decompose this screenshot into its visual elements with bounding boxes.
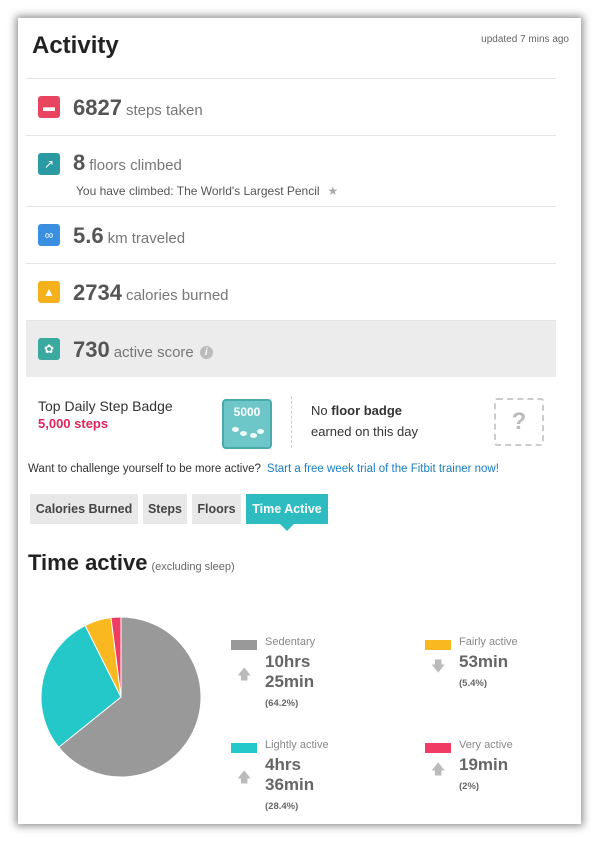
time-active-pie-chart: [40, 616, 202, 778]
legend-value-2: 25min: [265, 672, 315, 691]
section-title: Time active (excluding sleep): [28, 550, 235, 576]
legend-swatch: [231, 743, 257, 753]
steps-value: 6827: [73, 95, 122, 120]
legend-fairly-active: Fairly active 🡇 53min (5.4%): [425, 636, 581, 696]
star-icon[interactable]: ★: [328, 184, 339, 198]
legend-value-1: 10hrs: [265, 652, 311, 671]
legend-swatch: [425, 743, 451, 753]
tab-steps[interactable]: Steps: [143, 494, 187, 524]
legend-name: Very active: [459, 739, 513, 751]
calories-value: 2734: [73, 280, 122, 305]
stat-floors[interactable]: ↗ 8 floors climbed You have climbed: The …: [26, 135, 556, 198]
floors-achievement: You have climbed: The World's Largest Pe…: [76, 184, 320, 198]
floor-badge-info: No floor badge earned on this day: [311, 400, 418, 442]
legend-value-1: 53min: [459, 652, 509, 671]
page-title: Activity: [32, 32, 119, 59]
step-badge-info: Top Daily Step Badge 5,000 steps: [38, 398, 173, 431]
stat-steps[interactable]: ▬ 6827 steps taken: [26, 78, 556, 136]
updated-timestamp: updated 7 mins ago: [481, 34, 569, 45]
info-icon[interactable]: i: [199, 346, 213, 359]
floors-label: floors climbed: [89, 157, 182, 174]
trend-down-icon: 🡇: [431, 658, 446, 674]
trainer-trial-link[interactable]: Start a free week trial of the Fitbit tr…: [267, 463, 499, 475]
floors-value: 8: [73, 150, 86, 175]
distance-icon: ∞: [38, 224, 60, 246]
divider: [291, 396, 292, 448]
legend-name: Lightly active: [265, 739, 329, 751]
floor-no: No: [311, 403, 328, 418]
steps-label: steps taken: [125, 102, 203, 119]
legend-percent: (64.2%): [265, 698, 299, 709]
active-score-value: 730: [73, 337, 110, 362]
step-badge-number: 5000: [233, 405, 261, 419]
distance-label: km traveled: [107, 230, 186, 247]
trend-up-icon: 🡅: [237, 769, 252, 785]
section-heading: Time active: [28, 550, 148, 575]
step-badge-icon[interactable]: 5000: [222, 399, 272, 449]
legend-percent: (28.4%): [265, 801, 299, 812]
challenge-text: Want to challenge yourself to be more ac…: [28, 463, 261, 475]
section-note: (excluding sleep): [151, 561, 235, 573]
trend-up-icon: 🡅: [237, 666, 252, 682]
flower-icon: ✿: [38, 338, 60, 360]
legend-swatch: [425, 640, 451, 650]
tab-calories-burned[interactable]: Calories Burned: [30, 494, 138, 524]
step-badge-title: Top Daily Step Badge: [38, 398, 173, 414]
legend-percent: (5.4%): [459, 678, 487, 689]
tab-time-active[interactable]: Time Active: [246, 494, 328, 531]
legend-value-2: 36min: [265, 775, 315, 794]
legend-value-1: 19min: [459, 755, 509, 774]
legend-sedentary: Sedentary 🡅 10hrs 25min (64.2%): [231, 636, 391, 716]
steps-icon: ▬: [38, 96, 60, 118]
stat-active-score[interactable]: ✿ 730 active score i: [26, 320, 556, 377]
legend-lightly-active: Lightly active 🡅 4hrs 36min (28.4%): [231, 739, 391, 812]
stairs-icon: ↗: [38, 153, 60, 175]
floor-badge-label: floor badge: [331, 403, 403, 418]
legend-percent: (2%): [459, 781, 480, 792]
stat-calories[interactable]: ▲ 2734 calories burned: [26, 263, 556, 321]
legend-very-active: Very active 🡅 19min (2%): [425, 739, 581, 799]
legend-name: Fairly active: [459, 636, 518, 648]
challenge-row: Want to challenge yourself to be more ac…: [28, 463, 499, 475]
tab-floors[interactable]: Floors: [192, 494, 241, 524]
legend-swatch: [231, 640, 257, 650]
step-badge-value: 5,000 steps: [38, 416, 109, 431]
stat-distance[interactable]: ∞ 5.6 km traveled: [26, 206, 556, 264]
floor-earned-text: earned on this day: [311, 424, 418, 439]
distance-value: 5.6: [73, 223, 104, 248]
calories-label: calories burned: [125, 287, 229, 304]
trend-up-icon: 🡅: [431, 761, 446, 777]
floor-badge-placeholder: ?: [494, 398, 544, 446]
flame-icon: ▲: [38, 281, 60, 303]
activity-card: Activity updated 7 mins ago ▬ 6827 steps …: [18, 18, 581, 824]
legend-value-1: 4hrs: [265, 755, 301, 774]
active-score-label: active score: [113, 344, 194, 361]
legend-name: Sedentary: [265, 636, 316, 648]
